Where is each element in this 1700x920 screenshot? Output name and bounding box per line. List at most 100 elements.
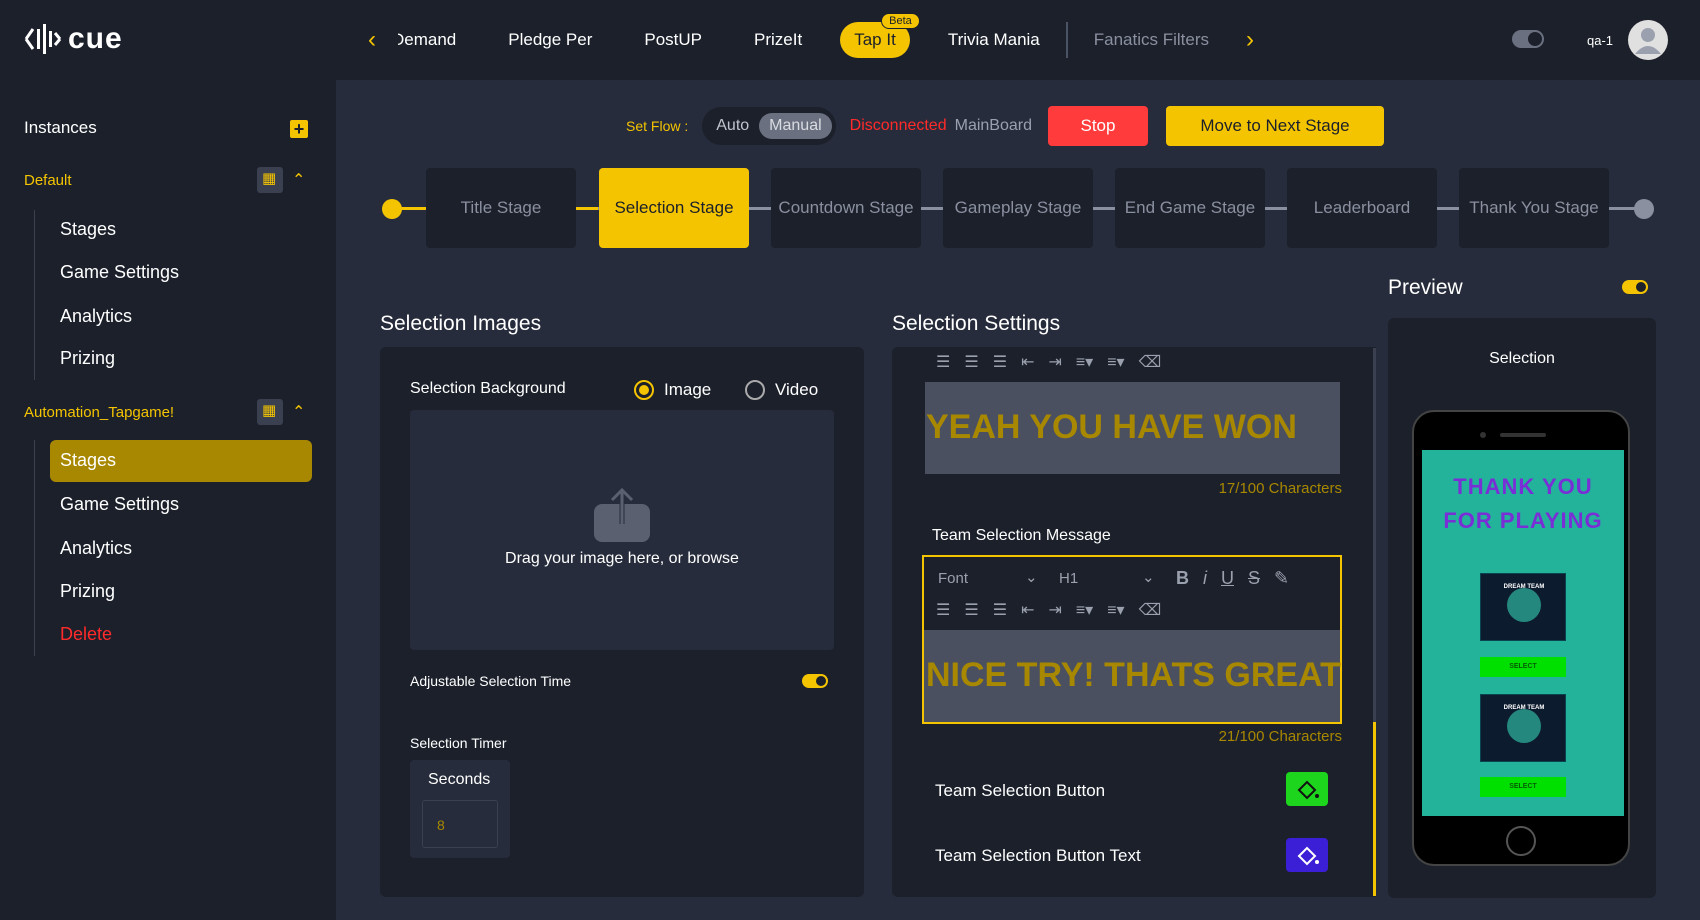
scrollbar-thumb[interactable] <box>1373 722 1376 896</box>
video-radio-label[interactable]: Video <box>775 380 818 400</box>
sidebar-item-stages-active[interactable]: Stages <box>50 440 312 482</box>
underline-icon[interactable]: U <box>1221 568 1234 589</box>
team-logo-image: DREAM TEAM <box>1480 694 1566 762</box>
team-button-color-picker[interactable] <box>1286 772 1328 806</box>
stop-button[interactable]: Stop <box>1047 106 1148 146</box>
align-center-icon[interactable]: ☰ <box>964 352 978 372</box>
ordered-list-icon[interactable]: ≡▾ <box>1076 600 1093 620</box>
sidebar-item-prizing[interactable]: Prizing <box>60 348 115 369</box>
group-default[interactable]: Default <box>24 172 72 189</box>
indent-decrease-icon[interactable]: ⇤ <box>1021 600 1034 620</box>
stage-countdown[interactable]: Countdown Stage <box>771 168 921 248</box>
text-align-toolbar: ☰ ☰ ☰ ⇤ ⇥ ≡▾ ≡▾ ⌫ <box>936 600 1161 620</box>
clear-format-icon[interactable]: ⌫ <box>1139 352 1162 372</box>
seconds-label: Seconds <box>428 771 491 788</box>
connection-status: Disconnected <box>849 117 947 134</box>
app-name: cue <box>68 22 123 55</box>
stage-gameplay[interactable]: Gameplay Stage <box>943 168 1093 248</box>
nav-next-arrow[interactable]: › <box>1246 26 1254 54</box>
nav-prev-arrow[interactable]: ‹ <box>368 26 376 54</box>
select-button[interactable]: SELECT <box>1480 657 1566 677</box>
nav-divider <box>1065 22 1068 58</box>
theme-toggle[interactable] <box>1512 30 1544 48</box>
move-next-stage-button[interactable]: Move to Next Stage <box>1165 106 1384 146</box>
top-bar: cue ‹ Demand Pledge Per PostUP PrizeIt T… <box>0 0 1700 80</box>
image-radio[interactable] <box>634 380 654 400</box>
stage-selection[interactable]: Selection Stage <box>599 168 749 248</box>
sidebar-item-analytics[interactable]: Analytics <box>60 306 132 327</box>
group-automation-tapgame[interactable]: Automation_Tapgame! <box>24 404 174 421</box>
tab-tap-it[interactable]: Tap It Beta <box>840 13 920 58</box>
tab-postup[interactable]: PostUP <box>644 30 702 50</box>
flow-mode-switch: Auto Manual <box>702 107 836 145</box>
thank-you-line2: FOR PLAYING <box>1443 508 1603 533</box>
stage-title[interactable]: Title Stage <box>426 168 576 248</box>
chevron-down-icon[interactable]: ⌄ <box>1142 568 1155 586</box>
thank-you-line1: THANK YOU <box>1453 474 1593 499</box>
selection-settings-title: Selection Settings <box>892 312 1061 335</box>
indent-increase-icon[interactable]: ⇥ <box>1048 600 1061 620</box>
bold-icon[interactable]: B <box>1176 568 1189 589</box>
tab-pledge-per[interactable]: Pledge Per <box>508 30 592 50</box>
bullet-list-icon[interactable]: ≡▾ <box>1107 600 1124 620</box>
chevron-up-icon[interactable]: ⌃ <box>292 402 305 422</box>
align-left-icon[interactable]: ☰ <box>936 352 950 372</box>
indent-decrease-icon[interactable]: ⇤ <box>1021 352 1034 372</box>
clear-format-icon[interactable]: ⌫ <box>1139 600 1162 620</box>
align-right-icon[interactable]: ☰ <box>993 352 1007 372</box>
tab-tap-it-label: Tap It <box>854 30 896 49</box>
chevron-up-icon[interactable]: ⌃ <box>292 170 305 190</box>
italic-icon[interactable]: i <box>1203 568 1207 589</box>
heading-select[interactable]: H1 <box>1059 570 1078 587</box>
tab-trivia-mania[interactable]: Trivia Mania <box>948 30 1040 50</box>
bullet-list-icon[interactable]: ≡▾ <box>1107 352 1124 372</box>
sidebar-item-game-settings[interactable]: Game Settings <box>60 494 179 515</box>
team-logo-text: DREAM TEAM <box>1503 584 1545 590</box>
image-radio-label[interactable]: Image <box>664 380 711 400</box>
sidebar-item-prizing[interactable]: Prizing <box>60 581 115 602</box>
video-radio[interactable] <box>745 380 765 400</box>
indent-increase-icon[interactable]: ⇥ <box>1048 352 1061 372</box>
sidebar-item-stages[interactable]: Stages <box>60 219 116 240</box>
ordered-list-icon[interactable]: ≡▾ <box>1076 352 1093 372</box>
adjustable-time-toggle[interactable] <box>802 674 828 688</box>
tab-demand[interactable]: Demand <box>398 30 456 50</box>
stage-leaderboard[interactable]: Leaderboard <box>1287 168 1437 248</box>
tab-prizeit[interactable]: PrizeIt <box>754 30 802 50</box>
flow-auto-option[interactable]: Auto <box>706 113 759 139</box>
brush-icon[interactable]: ✎ <box>1274 568 1289 589</box>
user-icon <box>1635 28 1661 54</box>
stage-thank-you[interactable]: Thank You Stage <box>1459 168 1609 248</box>
add-instance-button[interactable]: + <box>290 120 308 138</box>
align-left-icon[interactable]: ☰ <box>936 600 950 620</box>
sidebar-item-analytics[interactable]: Analytics <box>60 538 132 559</box>
team-message-label: Team Selection Message <box>932 527 1111 544</box>
tab-fanatics-filters[interactable]: Fanatics Filters <box>1094 30 1209 50</box>
flow-manual-option[interactable]: Manual <box>759 113 832 139</box>
preview-toggle[interactable] <box>1622 280 1648 294</box>
select-button[interactable]: SELECT <box>1480 777 1566 797</box>
sidebar-item-delete[interactable]: Delete <box>60 624 112 645</box>
preview-screen-label: Selection <box>1489 350 1555 367</box>
align-center-icon[interactable]: ☰ <box>964 600 978 620</box>
team-button-text-color-picker[interactable] <box>1286 838 1328 872</box>
avatar[interactable] <box>1628 20 1668 60</box>
camera-icon <box>1480 432 1486 438</box>
board-name: MainBoard <box>954 117 1032 134</box>
team-button-text-label: Team Selection Button Text <box>935 846 1141 865</box>
selection-background-label: Selection Background <box>410 380 566 397</box>
cue-logo[interactable]: cue <box>24 22 123 56</box>
sidebar-item-game-settings[interactable]: Game Settings <box>60 262 179 283</box>
align-right-icon[interactable]: ☰ <box>993 600 1007 620</box>
font-select[interactable]: Font <box>938 570 968 587</box>
qr-code-icon[interactable] <box>257 399 283 425</box>
text-align-toolbar: ☰ ☰ ☰ ⇤ ⇥ ≡▾ ≡▾ ⌫ <box>936 352 1161 372</box>
stage-start-dot <box>382 199 402 219</box>
dropzone-text: Drag your image here, or browse <box>505 550 739 567</box>
strikethrough-icon[interactable]: S <box>1248 568 1260 589</box>
stage-end-game[interactable]: End Game Stage <box>1115 168 1265 248</box>
chevron-down-icon[interactable]: ⌄ <box>1025 568 1038 586</box>
qr-code-icon[interactable] <box>257 167 283 193</box>
team-message-text: NICE TRY! THATS GREAT <box>926 656 1341 694</box>
seconds-input[interactable]: 8 <box>422 800 498 848</box>
